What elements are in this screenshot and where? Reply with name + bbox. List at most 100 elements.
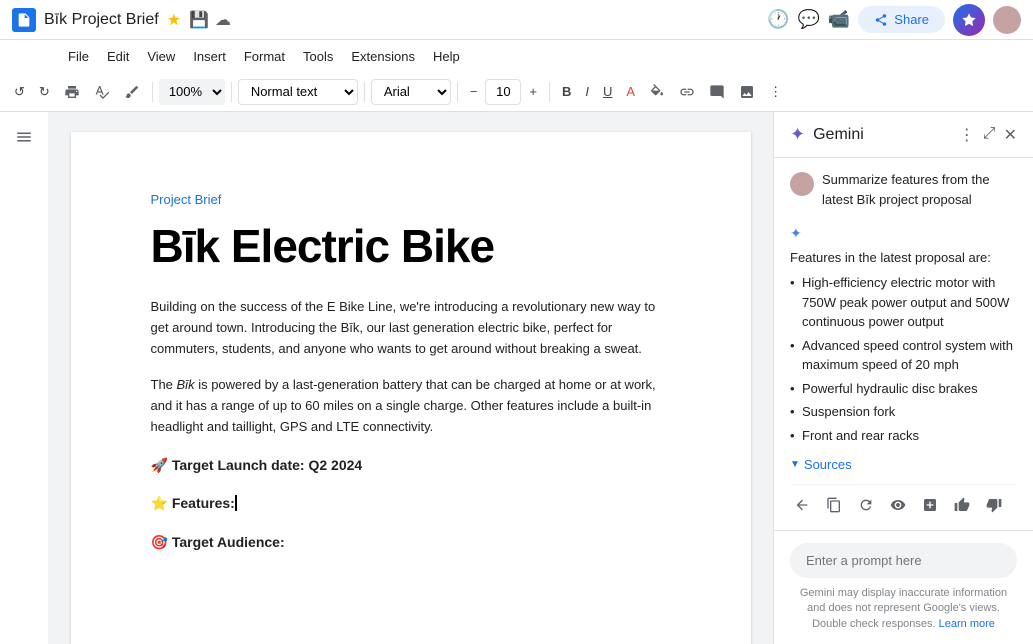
sidebar-toggle xyxy=(0,112,48,644)
cloud-sync-icon[interactable]: ☁ xyxy=(215,10,231,30)
font-size-increase[interactable]: + xyxy=(523,80,543,103)
paint-format-button[interactable] xyxy=(118,80,146,104)
document-title[interactable]: Bīk Project Brief xyxy=(44,11,159,29)
star-icon[interactable]: ★ xyxy=(167,10,181,30)
doc-area[interactable]: Project Brief Bīk Electric Bike Building… xyxy=(48,112,773,644)
insert-action-button[interactable] xyxy=(918,493,942,522)
zoom-select[interactable]: 100% xyxy=(159,79,225,105)
gemini-panel: ✦ Gemini ⋮ ⤢ ✕ Summarize features from t… xyxy=(773,112,1033,644)
thumbs-down-button[interactable] xyxy=(982,493,1006,522)
back-action-button[interactable] xyxy=(790,493,814,522)
divider-2 xyxy=(231,82,232,102)
menu-bar: File Edit View Insert Format Tools Exten… xyxy=(0,40,1033,72)
sidebar-toggle-button[interactable] xyxy=(11,124,37,155)
view-action-button[interactable] xyxy=(886,493,910,522)
launch-date: 🚀 Target Launch date: Q2 2024 xyxy=(151,454,671,476)
spell-check-button[interactable] xyxy=(88,80,116,104)
menu-extensions[interactable]: Extensions xyxy=(343,45,423,68)
image-toolbar-button[interactable] xyxy=(733,80,761,104)
divider-1 xyxy=(152,82,153,102)
menu-tools[interactable]: Tools xyxy=(295,45,341,68)
share-label: Share xyxy=(894,12,929,27)
gemini-user-text: Summarize features from the latest Bīk p… xyxy=(822,170,1017,209)
meet-icon[interactable]: 📹 xyxy=(828,9,850,30)
toolbar: ↺ ↻ 100% Normal text Arial − + B I U A ⋮ xyxy=(0,72,1033,112)
menu-edit[interactable]: Edit xyxy=(99,45,137,68)
bold-button[interactable]: B xyxy=(556,80,577,103)
learn-more-link[interactable]: Learn more xyxy=(939,618,995,630)
menu-help[interactable]: Help xyxy=(425,45,468,68)
share-button[interactable]: Share xyxy=(858,6,945,33)
doc-page: Project Brief Bīk Electric Bike Building… xyxy=(71,132,751,644)
gemini-ai-response: ✦ Features in the latest proposal are: H… xyxy=(790,225,1017,445)
title-icons: 💾 ☁ xyxy=(189,10,231,30)
main-area: Project Brief Bīk Electric Bike Building… xyxy=(0,112,1033,644)
gemini-prompt-input[interactable] xyxy=(806,553,1001,568)
feature-item-5: Front and rear racks xyxy=(790,426,1017,446)
gemini-feature-list: High-efficiency electric motor with 750W… xyxy=(790,273,1017,445)
gemini-footer: Gemini may display inaccurate informatio… xyxy=(774,530,1033,644)
paragraph-1: Building on the success of the E Bike Li… xyxy=(151,297,671,359)
thumbs-up-button[interactable] xyxy=(950,493,974,522)
print-button[interactable] xyxy=(58,80,86,104)
gemini-expand-icon[interactable]: ⤢ xyxy=(983,125,996,145)
feature-item-4: Suspension fork xyxy=(790,402,1017,422)
para2-suffix: is powered by a last-generation battery … xyxy=(151,377,656,434)
audience-heading: 🎯 Target Audience: xyxy=(151,531,671,553)
history-icon[interactable]: 🕐 xyxy=(767,9,789,30)
menu-view[interactable]: View xyxy=(139,45,183,68)
font-select[interactable]: Arial xyxy=(371,79,451,105)
features-heading: ⭐ Features: xyxy=(151,492,671,514)
comment-toolbar-button[interactable] xyxy=(703,80,731,104)
sources-arrow-icon: ▼ xyxy=(790,459,800,470)
refresh-action-button[interactable] xyxy=(854,493,878,522)
font-size-control: − + xyxy=(464,79,543,105)
highlight-button[interactable] xyxy=(643,80,671,104)
divider-4 xyxy=(457,82,458,102)
comment-icon[interactable]: 💬 xyxy=(797,9,819,30)
gemini-title: Gemini xyxy=(813,126,951,144)
google-docs-icon xyxy=(12,8,36,32)
user-avatar[interactable] xyxy=(993,6,1021,34)
features-text: ⭐ Features: xyxy=(151,495,235,511)
project-brief-label: Project Brief xyxy=(151,192,671,207)
divider-3 xyxy=(364,82,365,102)
gemini-sources[interactable]: ▼ Sources xyxy=(790,457,1017,472)
style-select[interactable]: Normal text xyxy=(238,79,358,105)
font-size-decrease[interactable]: − xyxy=(464,80,484,103)
gemini-more-icon[interactable]: ⋮ xyxy=(959,125,975,145)
text-color-button[interactable]: A xyxy=(620,80,641,103)
link-button[interactable] xyxy=(673,80,701,104)
gemini-sparkle-icon: ✦ xyxy=(790,124,805,145)
para2-prefix: The xyxy=(151,377,177,392)
gemini-response-intro: Features in the latest proposal are: xyxy=(790,250,1017,265)
more-toolbar-button[interactable]: ⋮ xyxy=(763,80,788,104)
document-title-heading[interactable]: Bīk Electric Bike xyxy=(151,219,671,273)
gemini-close-icon[interactable]: ✕ xyxy=(1004,125,1017,145)
gemini-fab[interactable] xyxy=(953,4,985,36)
para2-italic: Bīk xyxy=(177,377,195,392)
font-size-input[interactable] xyxy=(485,79,521,105)
feature-item-2: Advanced speed control system with maxim… xyxy=(790,336,1017,375)
underline-button[interactable]: U xyxy=(597,80,618,103)
gemini-body: Summarize features from the latest Bīk p… xyxy=(774,158,1033,530)
menu-format[interactable]: Format xyxy=(236,45,293,68)
document-body: Building on the success of the E Bike Li… xyxy=(151,297,671,553)
menu-insert[interactable]: Insert xyxy=(185,45,234,68)
title-bar: Bīk Project Brief ★ 💾 ☁ 🕐 💬 📹 Share xyxy=(0,0,1033,40)
sources-label: Sources xyxy=(804,457,852,472)
save-to-drive-icon[interactable]: 💾 xyxy=(189,10,209,30)
undo-button[interactable]: ↺ xyxy=(8,80,31,104)
feature-item-3: Powerful hydraulic disc brakes xyxy=(790,379,1017,399)
gemini-actions xyxy=(790,484,1017,530)
gemini-user-message: Summarize features from the latest Bīk p… xyxy=(790,170,1017,209)
redo-button[interactable]: ↻ xyxy=(33,80,56,104)
copy-action-button[interactable] xyxy=(822,493,846,522)
gemini-disclaimer: Gemini may display inaccurate informatio… xyxy=(790,586,1017,632)
gemini-header-icons: ⋮ ⤢ ✕ xyxy=(959,125,1017,145)
gemini-user-avatar xyxy=(790,172,814,196)
menu-file[interactable]: File xyxy=(60,45,97,68)
italic-button[interactable]: I xyxy=(579,80,595,103)
gemini-input-container[interactable] xyxy=(790,543,1017,578)
paragraph-2: The Bīk is powered by a last-generation … xyxy=(151,375,671,437)
